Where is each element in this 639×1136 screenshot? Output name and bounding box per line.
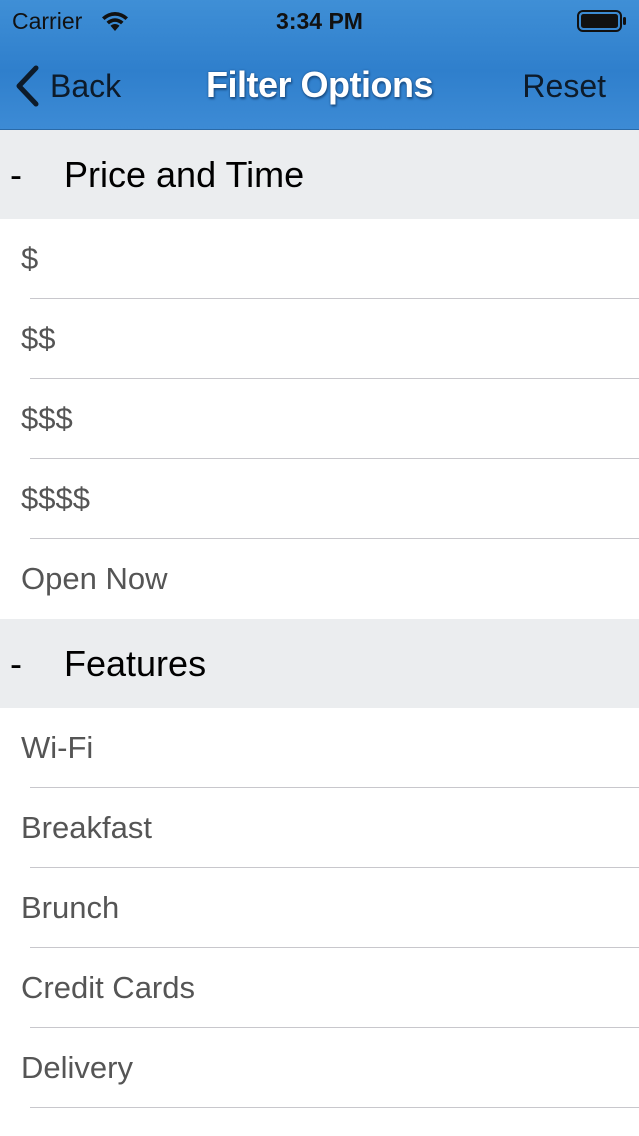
filter-option-credit-cards[interactable]: Credit Cards — [0, 948, 639, 1028]
filter-option-open-now[interactable]: Open Now — [0, 539, 639, 619]
status-time: 3:34 PM — [276, 8, 363, 34]
filter-option-brunch[interactable]: Brunch — [0, 868, 639, 948]
status-bar: Carrier 3:34 PM — [0, 0, 639, 42]
filter-option-wifi[interactable]: Wi-Fi — [0, 708, 639, 788]
collapse-toggle[interactable]: - — [0, 154, 64, 196]
filter-option-delivery[interactable]: Delivery — [0, 1028, 639, 1108]
filter-option-price-2[interactable]: $$ — [0, 299, 639, 379]
section-header-price-and-time[interactable]: - Price and Time — [0, 130, 639, 219]
filter-option-breakfast[interactable]: Breakfast — [0, 788, 639, 868]
reset-button[interactable]: Reset — [522, 68, 606, 105]
filter-option-price-3[interactable]: $$$ — [0, 379, 639, 459]
filter-option-price-1[interactable]: $ — [0, 219, 639, 299]
header: Carrier 3:34 PM Back Filter Options Rese… — [0, 0, 639, 130]
battery-icon — [577, 10, 626, 32]
filter-option-price-4[interactable]: $$$$ — [0, 459, 639, 539]
navigation-bar: Back Filter Options Reset — [0, 42, 639, 130]
section-title: Price and Time — [64, 153, 305, 195]
section-title: Features — [64, 642, 207, 684]
collapse-toggle[interactable]: - — [0, 643, 64, 685]
section-header-features[interactable]: - Features — [0, 619, 639, 708]
filter-list: - Price and Time $ $$ $$$ $$$$ Open Now … — [0, 130, 639, 1108]
